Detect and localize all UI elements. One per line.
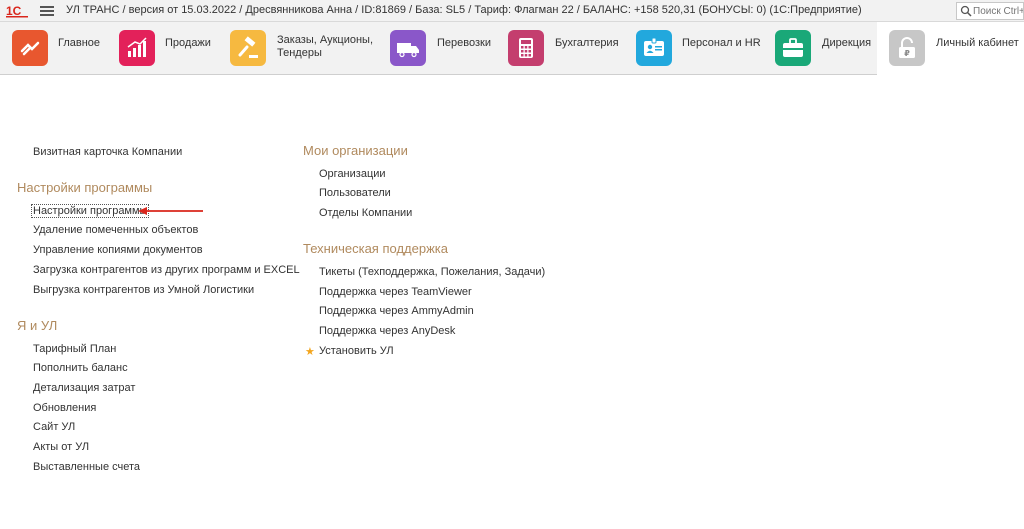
link-acts[interactable]: Акты от УЛ [33, 441, 89, 453]
link-export-contractors[interactable]: Выгрузка контрагентов из Умной Логистики [33, 284, 254, 296]
link-program-settings[interactable]: Настройки программы [30, 204, 150, 218]
section-transport[interactable]: Перевозки [390, 22, 500, 75]
section-accounting[interactable]: Бухгалтерия [508, 22, 628, 75]
group-title-settings: Настройки программы [17, 180, 153, 195]
red-arrow-pointer [138, 207, 203, 215]
section-label: Заказы, Аукционы, Тендеры [277, 34, 373, 60]
section-hr[interactable]: Персонал и HR [636, 22, 766, 75]
title-bar: 1С УЛ ТРАНС / версия от 15.03.2022 / Дре… [0, 0, 1024, 22]
main-menu-icon[interactable] [40, 4, 54, 18]
section-label: Дирекция [822, 37, 872, 49]
svg-text:₽: ₽ [904, 49, 910, 58]
window-title: УЛ ТРАНС / версия от 15.03.2022 / Дресвя… [66, 4, 862, 16]
link-company-card[interactable]: Визитная карточка Компании [33, 146, 182, 158]
link-tickets[interactable]: Тикеты (Техподдержка, Пожелания, Задачи) [319, 266, 545, 278]
section-label-line1: Заказы, Аукционы, [277, 34, 373, 46]
section-main[interactable]: Главное [12, 22, 112, 75]
link-ul-site[interactable]: Сайт УЛ [33, 421, 75, 433]
gavel-icon [230, 30, 266, 66]
link-install-ul[interactable]: Установить УЛ [319, 345, 394, 357]
group-title-my-orgs: Мои организации [303, 143, 408, 158]
lock-ruble-icon: ₽ [889, 30, 925, 66]
id-card-icon [636, 30, 672, 66]
section-personal-account[interactable]: ₽ Личный кабинет [877, 22, 1024, 75]
handshake-icon [12, 30, 48, 66]
link-departments[interactable]: Отделы Компании [319, 207, 412, 219]
group-title-support: Техническая поддержка [303, 241, 448, 256]
section-label: Личный кабинет [936, 37, 1019, 49]
section-label: Продажи [165, 37, 211, 49]
section-label: Перевозки [437, 37, 491, 49]
section-label: Главное [58, 37, 101, 49]
search-field[interactable] [956, 2, 1024, 20]
1c-logo-icon[interactable]: 1С [6, 3, 32, 19]
briefcase-icon [775, 30, 811, 66]
search-input[interactable] [973, 4, 1023, 18]
calculator-icon [508, 30, 544, 66]
chart-growth-icon [119, 30, 155, 66]
link-delete-marked[interactable]: Удаление помеченных объектов [33, 224, 198, 236]
link-anydesk[interactable]: Поддержка через AnyDesk [319, 325, 455, 337]
section-label: Бухгалтерия [555, 37, 619, 49]
search-icon [960, 5, 972, 17]
link-organizations[interactable]: Организации [319, 168, 386, 180]
section-label-line2: Тендеры [277, 47, 322, 59]
section-orders[interactable]: Заказы, Аукционы, Тендеры [230, 22, 380, 75]
section-management[interactable]: Дирекция [775, 22, 875, 75]
link-ammyadmin[interactable]: Поддержка через AmmyAdmin [319, 305, 474, 317]
link-tariff-plan[interactable]: Тарифный План [33, 343, 116, 355]
link-users[interactable]: Пользователи [319, 187, 391, 199]
section-label: Персонал и HR [682, 37, 761, 49]
svg-text:1С: 1С [6, 4, 22, 18]
link-updates[interactable]: Обновления [33, 402, 96, 414]
star-icon: ★ [305, 346, 315, 358]
content-area: Визитная карточка Компании Настройки про… [0, 76, 1024, 529]
link-import-contractors[interactable]: Загрузка контрагентов из других программ… [33, 264, 300, 276]
link-cost-details[interactable]: Детализация затрат [33, 382, 135, 394]
truck-icon [390, 30, 426, 66]
sections-panel: Главное Продажи Заказы, Аукционы, Тендер… [0, 22, 1024, 75]
link-top-up-balance[interactable]: Пополнить баланс [33, 362, 128, 374]
section-sales[interactable]: Продажи [119, 22, 219, 75]
link-invoices[interactable]: Выставленные счета [33, 461, 140, 473]
link-teamviewer[interactable]: Поддержка через TeamViewer [319, 286, 472, 298]
group-title-ya-ul: Я и УЛ [17, 318, 58, 333]
link-document-copies[interactable]: Управление копиями документов [33, 244, 203, 256]
